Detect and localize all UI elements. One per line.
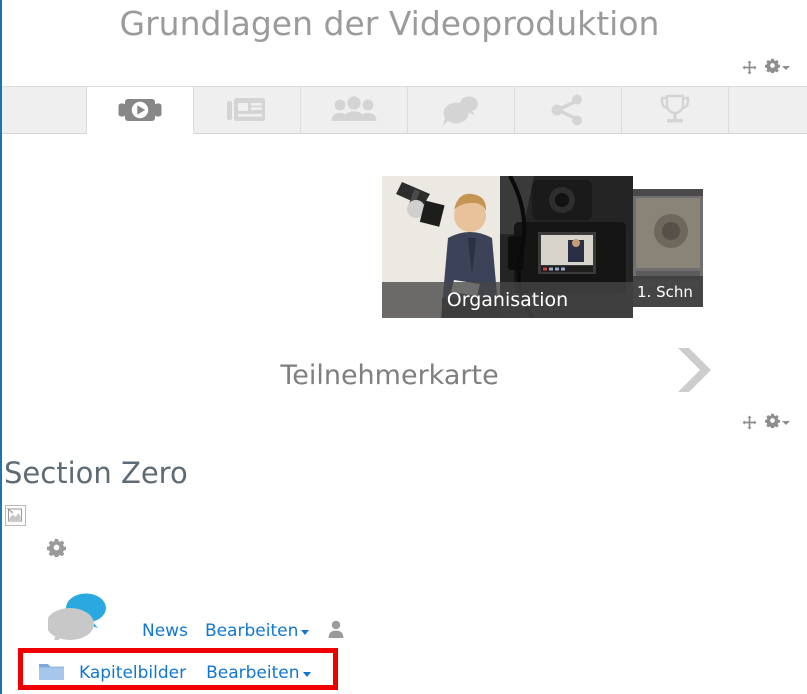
section-zero-heading: Section Zero [4, 456, 188, 490]
tab-participants[interactable] [301, 87, 408, 133]
news-article-icon [226, 95, 268, 125]
trophy-icon [658, 94, 692, 126]
move-icon[interactable] [742, 60, 757, 75]
chevron-down-icon [302, 671, 311, 677]
tab-forum[interactable] [408, 87, 515, 133]
activity-row-kapitelbilder: Kapitelbilder Bearbeiten [38, 660, 311, 686]
page-title: Grundlagen der Videoproduktion [119, 4, 660, 43]
tab-videos[interactable] [87, 87, 194, 134]
broken-image-icon [5, 505, 26, 526]
section-zero-gear-icon[interactable] [47, 538, 66, 558]
section-controls-top [742, 58, 790, 77]
gear-icon [765, 413, 780, 432]
chat-bubbles-icon [439, 94, 483, 126]
video-camera-icon [118, 95, 162, 125]
activity-link-news[interactable]: News [142, 621, 188, 641]
activity-heading-teilnehmerkarte: Teilnehmerkarte [280, 360, 499, 391]
chevron-right-icon[interactable] [670, 344, 716, 396]
section-gear-menu-middle[interactable] [765, 413, 790, 432]
chevron-down-icon [782, 65, 790, 70]
forum-chat-bubbles-icon [46, 592, 108, 648]
chapter-carousel: 1. Schn Organisation [2, 134, 807, 392]
carousel-next-caption: 1. Schn [633, 276, 703, 307]
edit-menu-kapitelbilder-label: Bearbeiten [206, 663, 300, 683]
user-silhouette-icon [328, 620, 344, 642]
tab-bar-left-spacer [2, 87, 87, 133]
section-gear-menu-top[interactable] [765, 58, 790, 77]
edit-menu-news-label: Bearbeiten [204, 621, 299, 641]
folder-icon [38, 660, 65, 686]
share-nodes-icon [550, 94, 586, 126]
activity-row-news: News Bearbeiten [142, 620, 344, 642]
move-icon[interactable] [742, 415, 757, 430]
carousel-slide-next[interactable]: 1. Schn [633, 189, 703, 307]
edit-menu-news[interactable]: Bearbeiten [204, 621, 310, 641]
course-header: Grundlagen der Videoproduktion [2, 0, 807, 85]
course-tab-bar [2, 86, 807, 134]
gear-icon [765, 58, 780, 77]
tab-share[interactable] [515, 87, 622, 133]
tab-news[interactable] [194, 87, 301, 133]
chevron-down-icon [782, 420, 790, 425]
carousel-current-caption: Organisation [382, 282, 633, 318]
people-group-icon [331, 95, 377, 125]
activity-link-kapitelbilder[interactable]: Kapitelbilder [79, 663, 186, 683]
course-page: Grundlagen der Videoproduktion 1. Schn O… [0, 0, 807, 694]
carousel-slide-current[interactable]: Organisation [382, 176, 633, 318]
tab-bar-right-spacer [729, 87, 807, 133]
tab-awards[interactable] [622, 87, 729, 133]
chevron-down-icon [301, 629, 310, 635]
section-controls-middle [742, 413, 790, 432]
edit-menu-kapitelbilder[interactable]: Bearbeiten [206, 663, 311, 683]
